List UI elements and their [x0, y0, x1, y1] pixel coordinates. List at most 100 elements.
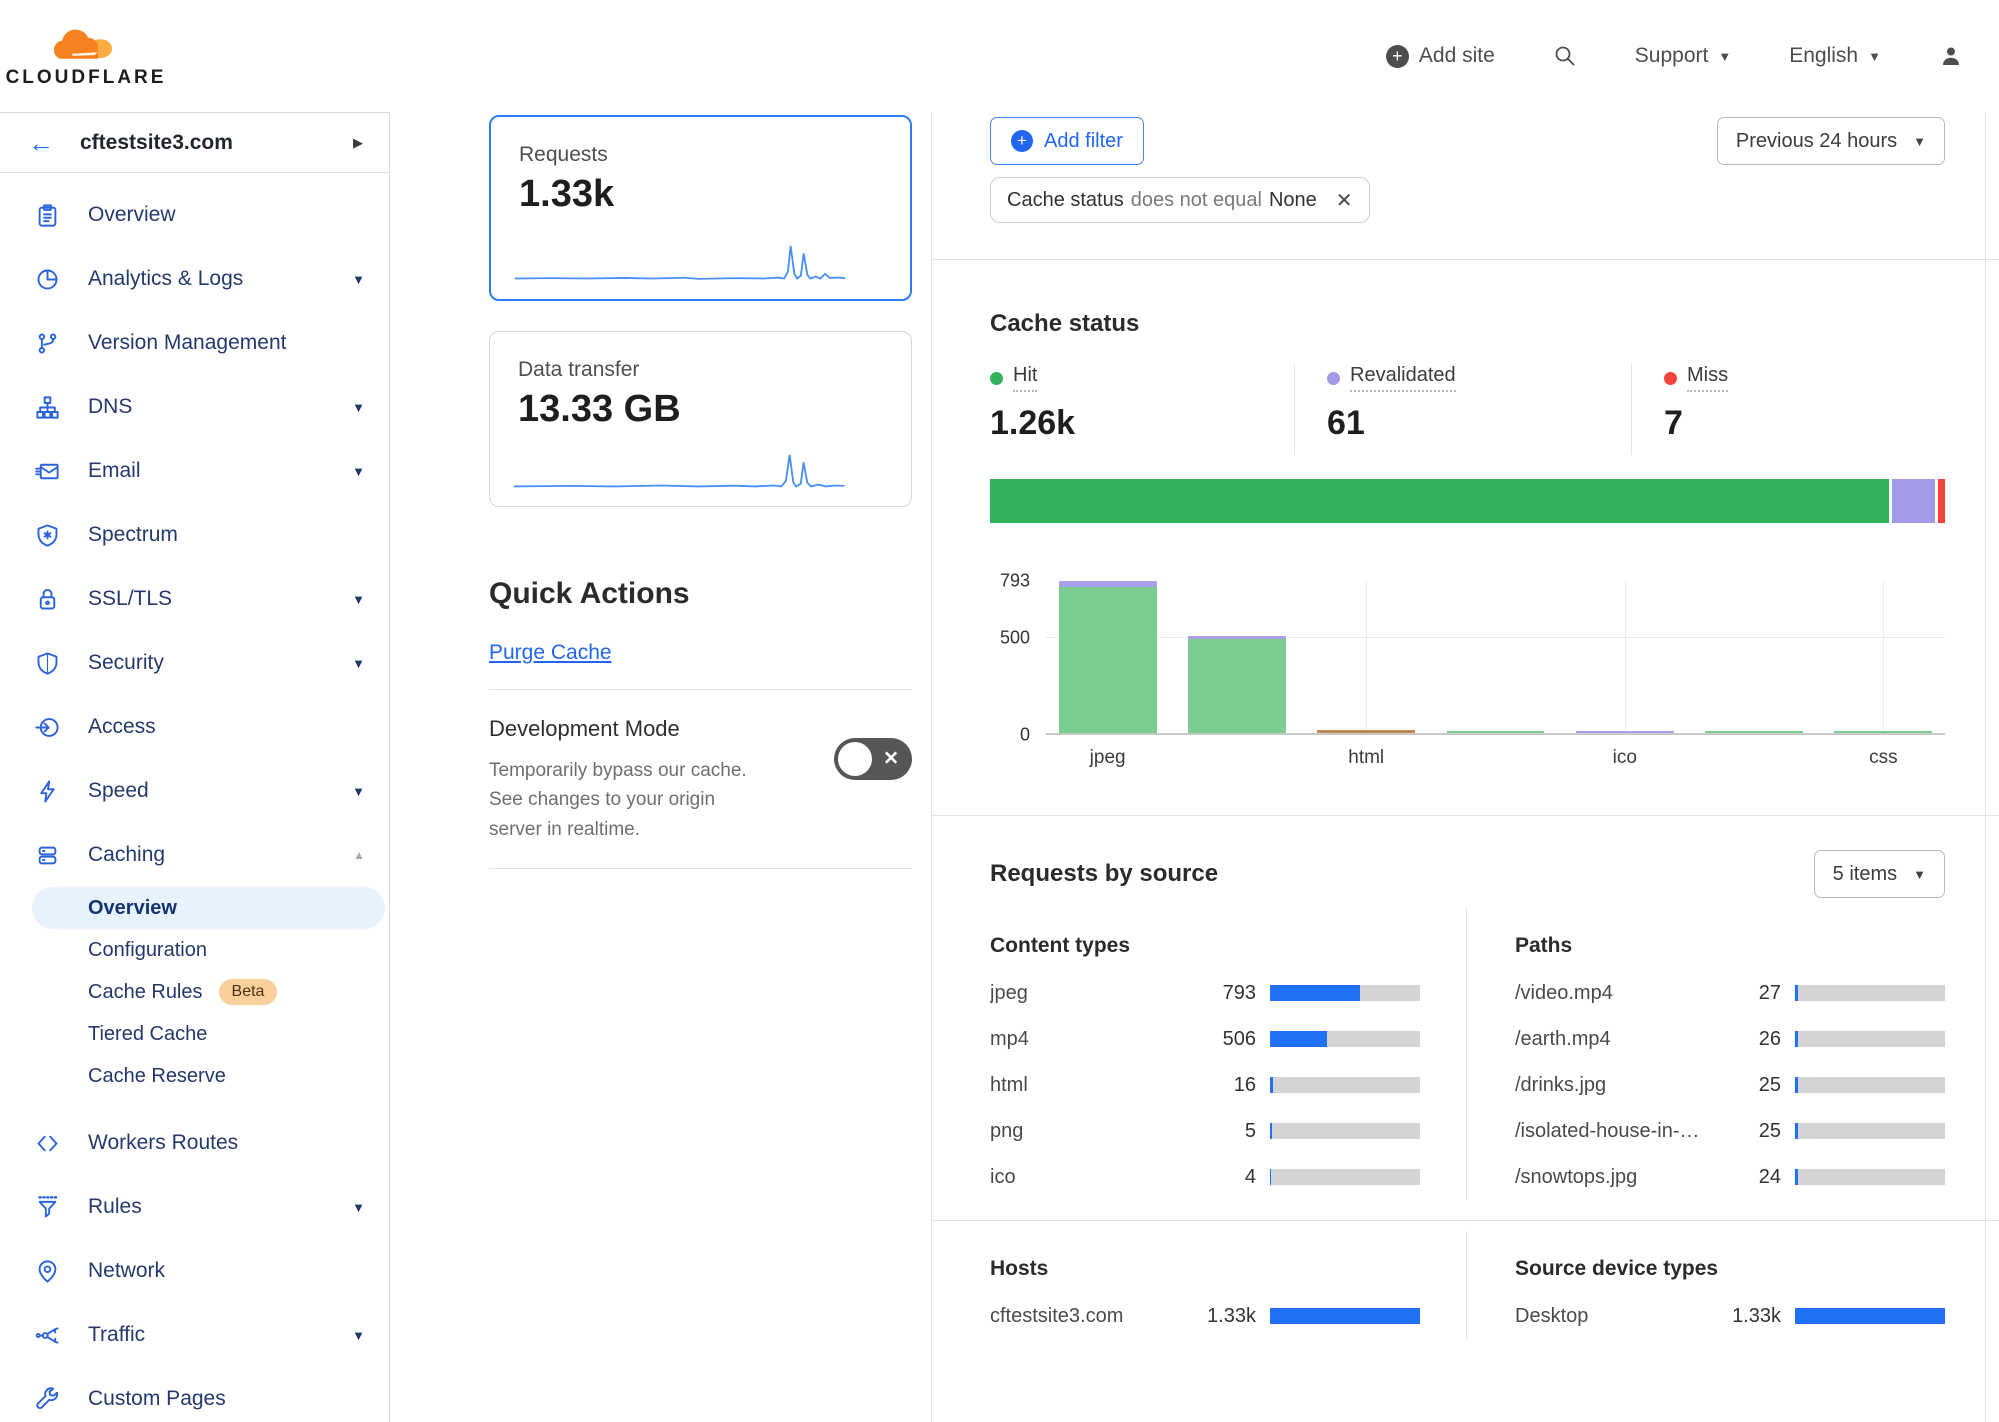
- chart-column-other: [1698, 581, 1809, 733]
- sidebar-item-access[interactable]: Access: [0, 695, 389, 759]
- hosts-title: Hosts: [990, 1257, 1420, 1281]
- search-icon[interactable]: [1553, 44, 1577, 68]
- sidebar-subitem-configuration[interactable]: Configuration: [0, 929, 389, 971]
- sidebar-item-network[interactable]: Network: [0, 1239, 389, 1303]
- sidebar-item-traffic[interactable]: Traffic ▼: [0, 1303, 389, 1367]
- support-menu[interactable]: Support ▼: [1635, 44, 1731, 68]
- divider: [489, 868, 912, 869]
- language-menu[interactable]: English ▼: [1789, 44, 1881, 68]
- chart-tick-label: html: [1311, 747, 1422, 769]
- filter-chip-cache-status[interactable]: Cache status does not equal None ✕: [990, 177, 1370, 223]
- time-range-select[interactable]: Previous 24 hours ▼: [1717, 117, 1945, 165]
- add-site-button[interactable]: + Add site: [1386, 44, 1495, 68]
- chevron-up-icon: ▲: [353, 848, 365, 862]
- development-mode-section: Development Mode Temporarily bypass our …: [489, 716, 912, 844]
- value-bar: [1270, 1031, 1420, 1047]
- purge-cache-link[interactable]: Purge Cache: [489, 641, 612, 665]
- development-mode-title: Development Mode: [489, 716, 834, 742]
- stacked-bar-segment: [1938, 479, 1945, 523]
- sidebar-item-spectrum[interactable]: Spectrum: [0, 503, 389, 567]
- chart-bar-segment: [1834, 731, 1932, 733]
- data-transfer-metric-card[interactable]: Data transfer 13.33 GB: [489, 331, 912, 507]
- chevron-down-icon: ▼: [1913, 134, 1926, 149]
- value-bar: [1795, 1169, 1945, 1185]
- cloudflare-logo[interactable]: CLOUDFLARE: [18, 24, 154, 89]
- value-bar: [1270, 1169, 1420, 1185]
- sidebar-subitem-caching-overview[interactable]: Overview: [32, 887, 385, 929]
- panel-right-edge: [1985, 112, 1986, 1422]
- sidebar-item-workers-routes[interactable]: Workers Routes: [0, 1111, 389, 1175]
- lightning-icon: [32, 778, 62, 805]
- list-item: html 16: [990, 1062, 1420, 1108]
- back-arrow-icon[interactable]: ←: [28, 130, 54, 156]
- sidebar-item-version-management[interactable]: Version Management: [0, 311, 389, 375]
- divider: [489, 689, 912, 690]
- chevron-down-icon: ▼: [352, 1200, 365, 1215]
- list-item: Desktop 1.33k: [1515, 1293, 1945, 1339]
- sidebar-subitem-tiered-cache[interactable]: Tiered Cache: [0, 1013, 389, 1055]
- items-count-select[interactable]: 5 items ▼: [1814, 850, 1945, 898]
- chevron-right-icon[interactable]: ▶: [353, 135, 363, 151]
- requests-value: 1.33k: [519, 173, 882, 216]
- requests-metric-card[interactable]: Requests 1.33k: [489, 115, 912, 301]
- plus-icon: +: [1011, 130, 1033, 152]
- chart-bar-segment: [1317, 730, 1415, 733]
- filter-toolbar: + Add filter Previous 24 hours ▼: [990, 117, 1945, 165]
- user-account-icon[interactable]: [1939, 44, 1963, 68]
- sidebar-item-analytics-logs[interactable]: Analytics & Logs ▼: [0, 247, 389, 311]
- cache-status-title: Cache status: [990, 310, 1945, 338]
- stacked-bar-segment: [1892, 479, 1935, 523]
- wrench-icon: [32, 1386, 62, 1413]
- device-types-list: Desktop 1.33k: [1515, 1293, 1945, 1339]
- sidebar-item-security[interactable]: Security ▼: [0, 631, 389, 695]
- cache-status-stacked-bar: [990, 479, 1945, 523]
- sidebar-subitem-cache-rules[interactable]: Cache Rules Beta: [0, 971, 389, 1013]
- chart-tick-label: jpeg: [1052, 747, 1163, 769]
- chevron-down-icon: ▼: [352, 1328, 365, 1343]
- hosts-list: cftestsite3.com 1.33k: [990, 1293, 1420, 1339]
- caching-submenu: Overview Configuration Cache Rules Beta …: [0, 887, 389, 1097]
- sidebar-item-speed[interactable]: Speed ▼: [0, 759, 389, 823]
- sidebar-subitem-cache-reserve[interactable]: Cache Reserve: [0, 1055, 389, 1097]
- revalidated-value: 61: [1327, 404, 1631, 443]
- content-types-column: Content types jpeg 793 mp4: [990, 908, 1420, 1200]
- chart-y-tick: 793: [1000, 571, 1030, 592]
- chart-bar-segment: [1188, 639, 1286, 733]
- chart-y-tick: 500: [1000, 627, 1030, 648]
- sidebar-item-rules[interactable]: Rules ▼: [0, 1175, 389, 1239]
- sidebar-item-dns[interactable]: DNS ▼: [0, 375, 389, 439]
- sidebar-item-overview[interactable]: Overview: [0, 183, 389, 247]
- value-bar: [1270, 1077, 1420, 1093]
- section-divider: [932, 815, 1999, 816]
- sidebar-item-custom-pages[interactable]: Custom Pages: [0, 1367, 389, 1422]
- hosts-devices-columns: Hosts cftestsite3.com 1.33k Source devic…: [990, 1231, 1945, 1339]
- development-mode-toggle[interactable]: ✕: [834, 738, 912, 780]
- miss-value: 7: [1664, 404, 1945, 443]
- code-brackets-icon: [32, 1130, 62, 1157]
- cache-status-legend: Hit 1.26k Revalidated 61 Miss: [990, 364, 1945, 455]
- sidebar-item-caching[interactable]: Caching ▲: [0, 823, 389, 887]
- paths-column: Paths /video.mp4 27 /earth.mp4: [1466, 908, 1945, 1200]
- sidebar-item-ssl-tls[interactable]: SSL/TLS ▼: [0, 567, 389, 631]
- sidebar-item-email[interactable]: Email ▼: [0, 439, 389, 503]
- chart-column-html: [1311, 581, 1422, 733]
- add-filter-button[interactable]: + Add filter: [990, 117, 1144, 165]
- chevron-down-icon: ▼: [352, 464, 365, 479]
- site-header: ← cftestsite3.com ▶: [0, 113, 389, 173]
- value-bar: [1795, 1031, 1945, 1047]
- remove-filter-icon[interactable]: ✕: [1336, 188, 1353, 213]
- toggle-off-x-icon: ✕: [883, 748, 899, 771]
- requests-by-source-columns: Content types jpeg 793 mp4: [990, 908, 1945, 1200]
- value-bar: [1270, 985, 1420, 1001]
- miss-dot-icon: [1664, 372, 1677, 385]
- requests-label: Requests: [519, 143, 882, 167]
- chart-plot-area: [1046, 581, 1945, 735]
- list-item: png 5: [990, 1108, 1420, 1154]
- top-bar-actions: + Add site Support ▼ English ▼: [1386, 44, 1963, 68]
- cloudflare-wordmark: CLOUDFLARE: [6, 67, 167, 89]
- chart-bar-segment: [1705, 731, 1803, 733]
- top-bar: CLOUDFLARE + Add site Support ▼ English …: [0, 0, 1999, 112]
- legend-hit: Hit 1.26k: [990, 364, 1294, 455]
- list-item: jpeg 793: [990, 970, 1420, 1016]
- value-bar: [1795, 1077, 1945, 1093]
